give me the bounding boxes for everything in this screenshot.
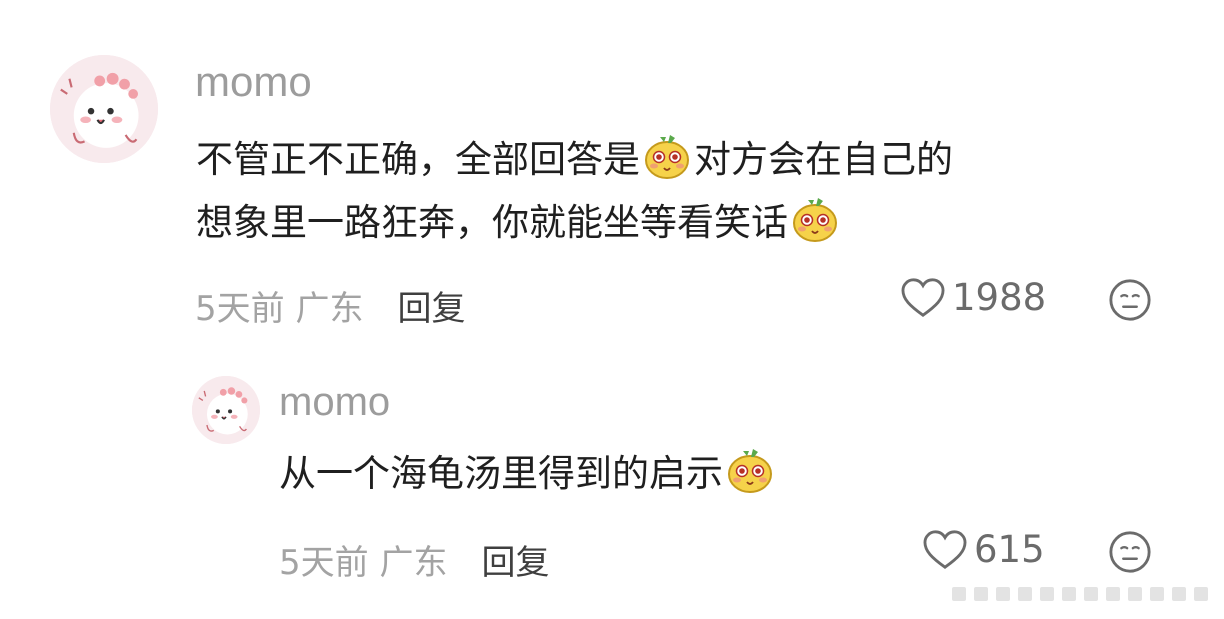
heart-icon <box>922 529 968 571</box>
yellow-mascot-emoji-icon <box>642 131 692 181</box>
time-location: 5天前 广东 <box>279 543 448 583</box>
reply-username[interactable]: momo <box>279 380 390 425</box>
watermark-icon <box>944 579 1214 609</box>
reply-meta: 5天前 广东 回复 <box>279 535 549 584</box>
neutral-face-icon[interactable] <box>1108 530 1152 574</box>
reply-text-content: 从一个海龟汤里得到的启示 <box>279 452 723 495</box>
comment-text-line2: 想象里一路狂奔，你就能坐等看笑话 <box>196 191 842 254</box>
yellow-mascot-emoji-icon <box>790 194 840 244</box>
comment-text-line2-text: 想象里一路狂奔，你就能坐等看笑话 <box>196 201 788 244</box>
reply-button[interactable]: 回复 <box>397 289 465 329</box>
comment-text-line1-b: 对方会在自己的 <box>694 138 953 181</box>
comment-meta: 5天前 广东 回复 <box>195 281 465 330</box>
comment-username[interactable]: momo <box>195 58 312 106</box>
like-count: 615 <box>974 528 1045 571</box>
heart-icon <box>900 277 946 319</box>
comment-text-line1-a: 不管正不正确，全部回答是 <box>196 138 640 181</box>
reply-button[interactable]: 回复 <box>481 543 549 583</box>
neutral-face-icon[interactable] <box>1108 278 1152 322</box>
reply-text: 从一个海龟汤里得到的启示 <box>279 442 777 505</box>
time-location: 5天前 广东 <box>195 289 364 329</box>
like-button[interactable]: 1988 <box>900 276 1046 319</box>
avatar-icon[interactable] <box>50 55 158 163</box>
like-button[interactable]: 615 <box>922 528 1045 571</box>
like-count: 1988 <box>952 276 1047 319</box>
avatar-icon[interactable] <box>192 376 260 444</box>
yellow-mascot-emoji-icon <box>725 445 775 495</box>
comment-text: 不管正不正确，全部回答是 对方会在自己的 <box>196 128 953 191</box>
